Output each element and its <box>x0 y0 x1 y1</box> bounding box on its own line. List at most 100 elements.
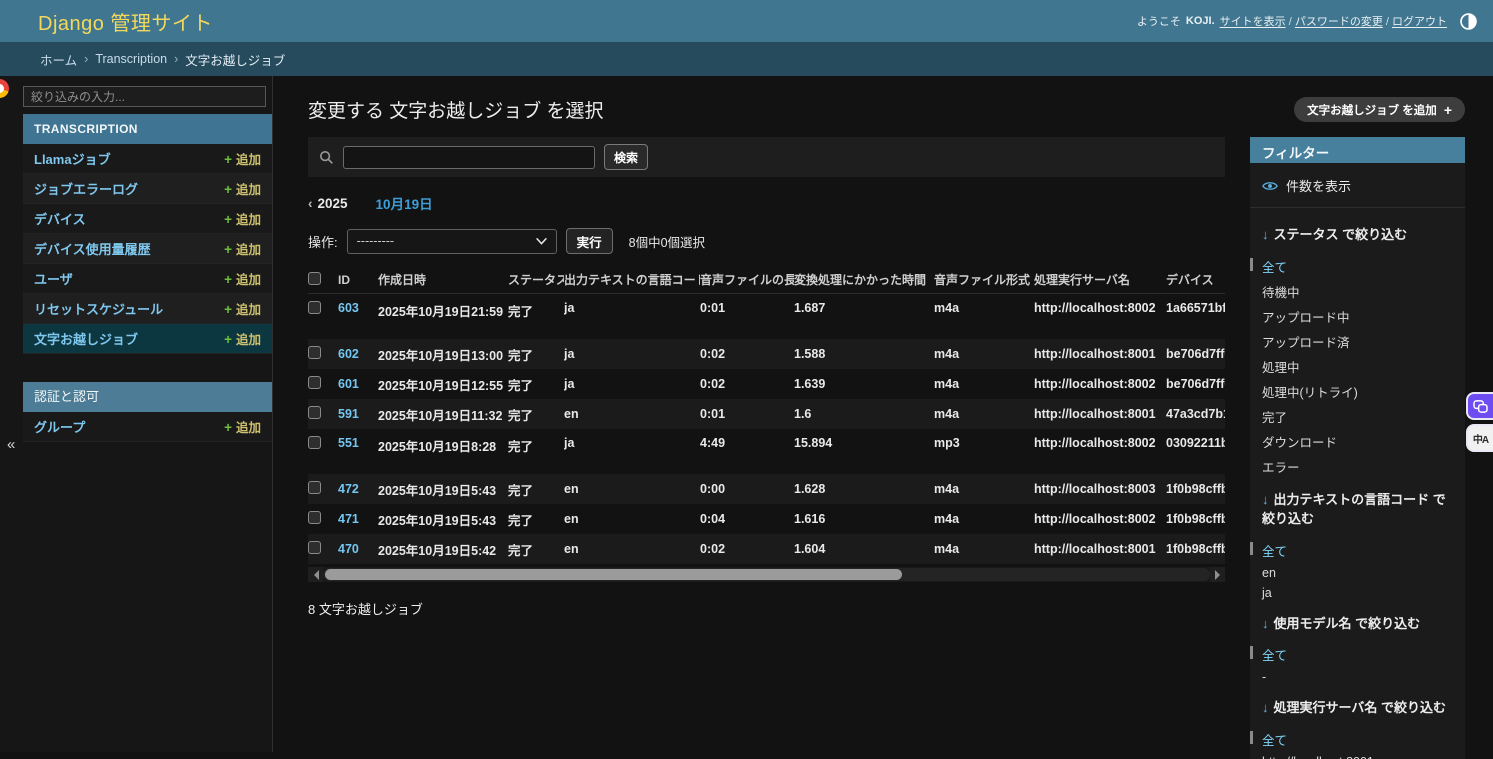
breadcrumb-link[interactable]: Transcription <box>95 52 167 66</box>
column-header[interactable]: 作成日時 <box>378 271 508 288</box>
cell-device: 1f0b98cffb5 <box>1166 482 1225 496</box>
sidebar-add-link[interactable]: +追加 <box>224 179 261 198</box>
sidebar-add-link[interactable]: +追加 <box>224 329 261 348</box>
date-hierarchy-year-link[interactable]: ‹2025 <box>308 196 348 211</box>
column-header[interactable]: 変換処理にかかった時間（秒） <box>794 271 934 288</box>
filter-option[interactable]: 全て <box>1262 727 1453 752</box>
sidebar-item[interactable]: デバイス +追加 <box>23 204 272 234</box>
row-checkbox[interactable] <box>308 301 321 314</box>
sidebar-add-link[interactable]: +追加 <box>224 417 261 436</box>
row-id-link[interactable]: 602 <box>338 347 359 361</box>
row-checkbox[interactable] <box>308 376 321 389</box>
filter-option[interactable]: http://localhost:8001 <box>1262 752 1453 759</box>
filter-option[interactable]: ダウンロード <box>1262 429 1453 454</box>
sidebar-item[interactable]: Llamaジョブ +追加 <box>23 144 272 174</box>
sidebar-item[interactable]: ユーザ +追加 <box>23 264 272 294</box>
scrollbar-track[interactable] <box>323 568 1210 581</box>
assistant-extension-button[interactable] <box>1466 392 1493 420</box>
show-counts-link[interactable]: 件数を表示 <box>1250 163 1465 208</box>
filter-option[interactable]: 待機中 <box>1262 279 1453 304</box>
filter-option[interactable]: 処理中 <box>1262 354 1453 379</box>
filter-option[interactable]: en <box>1262 563 1453 583</box>
search-input[interactable] <box>343 146 595 169</box>
row-id-link[interactable]: 551 <box>338 436 359 450</box>
column-header[interactable]: ID <box>338 273 378 287</box>
cell-id: 603 <box>338 301 378 315</box>
row-checkbox[interactable] <box>308 511 321 524</box>
row-id-link[interactable]: 470 <box>338 542 359 556</box>
filter-option[interactable]: 処理中(リトライ) <box>1262 379 1453 404</box>
row-checkbox[interactable] <box>308 481 321 494</box>
translate-extension-button[interactable]: 中A <box>1466 424 1493 452</box>
sidebar-item[interactable]: ジョブエラーログ +追加 <box>23 174 272 204</box>
sidebar-item[interactable]: デバイス使用量履歴 +追加 <box>23 234 272 264</box>
filter-option[interactable]: 全て <box>1262 254 1453 279</box>
row-checkbox[interactable] <box>308 541 321 554</box>
sidebar-filter-input[interactable] <box>23 86 266 107</box>
user-tool-link[interactable]: パスワードの変更 <box>1295 16 1383 28</box>
filter-option[interactable]: アップロード中 <box>1262 304 1453 329</box>
sidebar-add-link[interactable]: +追加 <box>224 269 261 288</box>
select-all-checkbox[interactable] <box>308 272 321 285</box>
sidebar-model-link[interactable]: デバイス使用量履歴 <box>34 239 151 258</box>
date-hierarchy-day-link[interactable]: 10月19日 <box>376 193 433 213</box>
add-object-button[interactable]: 文字お越しジョブ を追加 + <box>1294 97 1465 122</box>
theme-toggle-button[interactable] <box>1460 13 1477 30</box>
filter-panel-title: フィルター <box>1250 137 1465 163</box>
site-title[interactable]: Django 管理サイト <box>38 7 213 36</box>
sidebar-model-link[interactable]: ジョブエラーログ <box>34 179 138 198</box>
sidebar-model-link[interactable]: リセットスケジュール <box>34 299 163 318</box>
sidebar-model-link[interactable]: ユーザ <box>34 269 73 288</box>
sidebar-model-link[interactable]: 文字お越しジョブ <box>34 329 138 348</box>
sidebar-collapse-toggle[interactable]: « <box>5 434 17 455</box>
cell-status: 完了 <box>508 510 564 529</box>
user-tool-link[interactable]: ログアウト <box>1392 16 1447 28</box>
column-header[interactable]: デバイス <box>1166 271 1225 288</box>
sidebar-model-link[interactable]: Llamaジョブ <box>34 149 111 168</box>
row-id-link[interactable]: 472 <box>338 482 359 496</box>
cell-language: en <box>564 542 700 556</box>
sidebar-item[interactable]: 文字お越しジョブ +追加 <box>23 324 272 354</box>
user-tool-link[interactable]: サイトを表示 <box>1220 16 1286 28</box>
column-header[interactable]: 処理実行サーバ名 <box>1034 271 1166 288</box>
cell-server: http://localhost:8001 <box>1034 407 1166 421</box>
sidebar-item[interactable]: リセットスケジュール +追加 <box>23 294 272 324</box>
filter-option[interactable]: アップロード済 <box>1262 329 1453 354</box>
breadcrumb-link[interactable]: ホーム <box>40 50 77 69</box>
search-button[interactable]: 検索 <box>604 144 648 170</box>
sidebar-model-link[interactable]: グループ <box>34 417 85 436</box>
row-id-link[interactable]: 591 <box>338 407 359 421</box>
sidebar-model-link[interactable]: デバイス <box>34 209 86 228</box>
run-action-button[interactable]: 実行 <box>566 228 613 254</box>
column-header[interactable]: 出力テキストの言語コード <box>564 271 700 288</box>
row-checkbox-cell <box>308 301 338 317</box>
filter-option[interactable]: 全て <box>1262 642 1453 667</box>
filter-option[interactable]: エラー <box>1262 454 1453 479</box>
filter-option[interactable]: ja <box>1262 583 1453 603</box>
column-header[interactable]: 音声ファイルの長さ（分） <box>700 271 794 288</box>
row-id-link[interactable]: 471 <box>338 512 359 526</box>
sidebar-add-link[interactable]: +追加 <box>224 299 261 318</box>
row-checkbox[interactable] <box>308 436 321 449</box>
cell-audio-format: m4a <box>934 407 1034 421</box>
scroll-right-button[interactable] <box>1210 567 1225 582</box>
filter-option[interactable]: 完了 <box>1262 404 1453 429</box>
sidebar-add-link[interactable]: +追加 <box>224 209 261 228</box>
column-header[interactable]: 音声ファイル形式 <box>934 271 1034 288</box>
row-id-link[interactable]: 603 <box>338 301 359 315</box>
row-id-link[interactable]: 601 <box>338 377 359 391</box>
cell-audio-length: 0:02 <box>700 377 794 391</box>
action-select[interactable]: --------- <box>347 229 557 254</box>
sidebar-item[interactable]: グループ +追加 <box>23 412 272 442</box>
filter-option[interactable]: 全て <box>1262 538 1453 563</box>
scrollbar-thumb[interactable] <box>325 569 902 580</box>
table-row: 6012025年10月19日12:55完了ja0:021.639m4ahttp:… <box>308 369 1225 399</box>
sidebar-add-link[interactable]: +追加 <box>224 239 261 258</box>
scroll-left-button[interactable] <box>308 567 323 582</box>
column-header[interactable]: ステータス <box>508 271 564 288</box>
row-checkbox[interactable] <box>308 406 321 419</box>
filter-option[interactable]: - <box>1262 667 1453 687</box>
sidebar-add-link[interactable]: +追加 <box>224 149 261 168</box>
row-checkbox[interactable] <box>308 346 321 359</box>
cell-created: 2025年10月19日5:43 <box>378 510 508 529</box>
